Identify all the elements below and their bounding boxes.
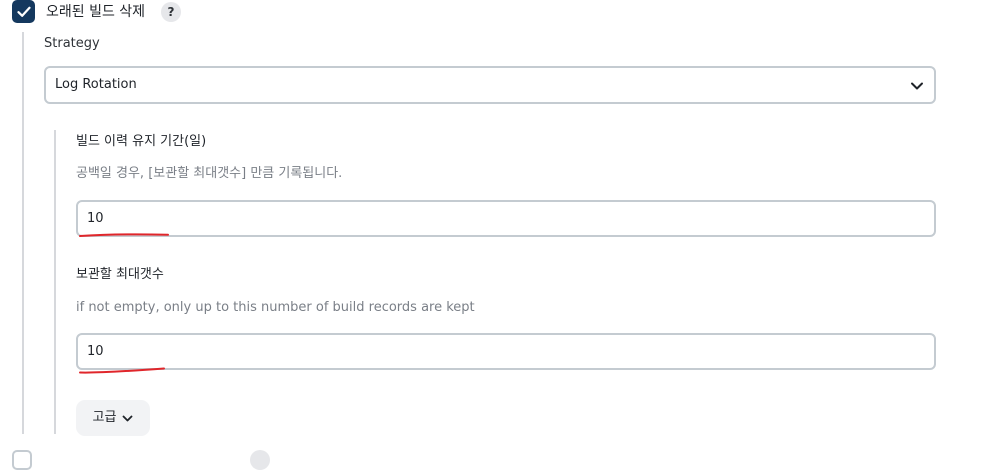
help-icon[interactable]: ? [161,2,181,22]
days-to-keep-description: 공백일 경우, [보관할 최대갯수] 만큼 기록됩니다. [76,166,343,181]
checkmark-icon [16,6,31,17]
days-to-keep-label: 빌드 이력 유지 기간(일) [76,134,207,149]
discard-old-builds-label: 오래된 빌드 삭제 [46,4,146,20]
section-guide-line [22,32,24,434]
num-to-keep-description: if not empty, only up to this number of … [76,300,475,315]
strategy-label: Strategy [44,36,100,51]
strategy-select-value: Log Rotation [55,77,137,92]
strategy-select[interactable]: Log Rotation [44,66,936,104]
days-to-keep-input[interactable] [76,200,936,237]
next-option-checkbox[interactable] [12,450,32,470]
advanced-button[interactable]: 고급 [76,400,150,436]
advanced-button-label: 고급 [92,410,117,425]
chevron-down-icon [911,82,923,90]
chevron-down-icon [123,415,133,421]
num-to-keep-input[interactable] [76,333,936,370]
num-to-keep-label: 보관할 최대갯수 [76,267,164,282]
subsection-guide-line [54,130,56,434]
next-help-icon[interactable] [250,450,270,470]
discard-old-builds-checkbox[interactable] [12,0,35,23]
